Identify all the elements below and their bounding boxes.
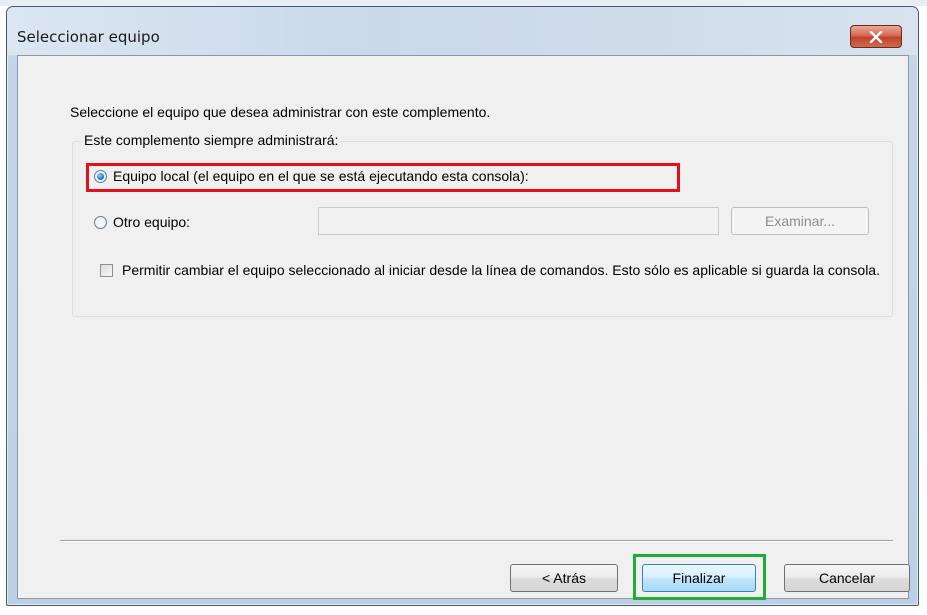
- local-option-highlight: [86, 163, 680, 192]
- finish-button-highlight: [633, 554, 766, 600]
- other-computer-radio[interactable]: [94, 215, 107, 229]
- select-computer-dialog: Seleccionar equipo Seleccione el equipo …: [6, 6, 919, 606]
- dialog-client-area: Seleccione el equipo que desea administr…: [17, 55, 910, 600]
- close-button[interactable]: [850, 25, 902, 48]
- allow-change-label: Permitir cambiar el equipo seleccionado …: [122, 262, 880, 278]
- group-label: Este complemento siempre administrará:: [81, 132, 342, 148]
- other-computer-input[interactable]: [318, 207, 719, 235]
- other-computer-option[interactable]: Otro equipo:: [94, 214, 190, 230]
- allow-change-checkbox[interactable]: [100, 264, 113, 277]
- window-title: Seleccionar equipo: [17, 28, 160, 46]
- browse-button[interactable]: Examinar...: [731, 207, 869, 235]
- button-separator: [60, 540, 893, 542]
- cancel-button[interactable]: Cancelar: [784, 564, 910, 592]
- other-computer-label: Otro equipo:: [113, 214, 191, 230]
- title-bar: Seleccionar equipo: [7, 7, 918, 55]
- back-button[interactable]: < Atrás: [510, 564, 618, 592]
- instruction-text: Seleccione el equipo que desea administr…: [70, 104, 491, 120]
- close-icon: [869, 30, 883, 43]
